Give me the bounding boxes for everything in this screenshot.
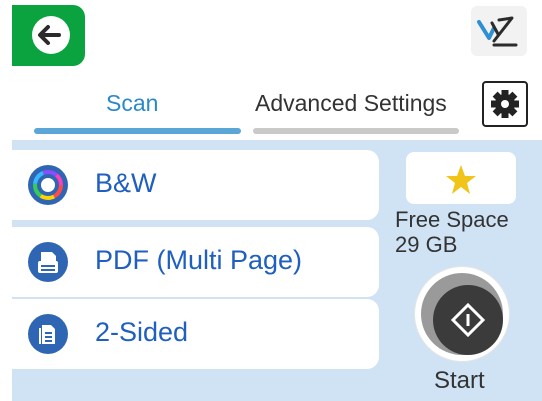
- color-mode-option[interactable]: B&W: [12, 150, 379, 220]
- file-format-icon: [28, 242, 68, 282]
- settings-button[interactable]: [482, 81, 528, 127]
- back-button[interactable]: [12, 5, 85, 66]
- free-space-label: Free Space: [395, 207, 509, 232]
- color-mode-icon: [28, 165, 68, 205]
- tab-scan-indicator: [34, 128, 241, 134]
- two-sided-option[interactable]: 2-Sided: [12, 299, 379, 369]
- tab-advanced-settings[interactable]: Advanced Settings: [255, 90, 459, 117]
- star-icon: [446, 165, 476, 194]
- free-space-value: 29 GB: [395, 232, 458, 257]
- start-diamond-icon: [450, 302, 486, 338]
- file-format-option[interactable]: PDF (Multi Page): [12, 227, 379, 297]
- start-button[interactable]: [415, 267, 509, 361]
- help-logo-icon: [477, 16, 518, 47]
- two-sided-label: 2-Sided: [95, 317, 189, 347]
- tab-row: Scan Advanced Settings: [12, 68, 542, 140]
- file-format-label: PDF (Multi Page): [95, 245, 303, 275]
- start-label: Start: [434, 367, 485, 394]
- content-area: B&W PDF (Multi Page) 2-Sided Free Space …: [12, 140, 542, 401]
- scan-screen: Scan Advanced Settings B&W PDF (Multi Pa…: [0, 0, 542, 401]
- start-inner: [433, 285, 503, 355]
- presets-button[interactable]: [406, 152, 516, 204]
- start-ring: [421, 273, 503, 355]
- tab-scan[interactable]: Scan: [106, 90, 158, 117]
- color-mode-label: B&W: [95, 168, 157, 198]
- two-sided-icon: [28, 314, 68, 354]
- header-bar: [0, 0, 542, 68]
- gear-icon: [491, 90, 519, 118]
- back-arrow-icon: [38, 25, 61, 45]
- help-button[interactable]: [471, 6, 527, 56]
- tab-advanced-indicator: [253, 128, 459, 134]
